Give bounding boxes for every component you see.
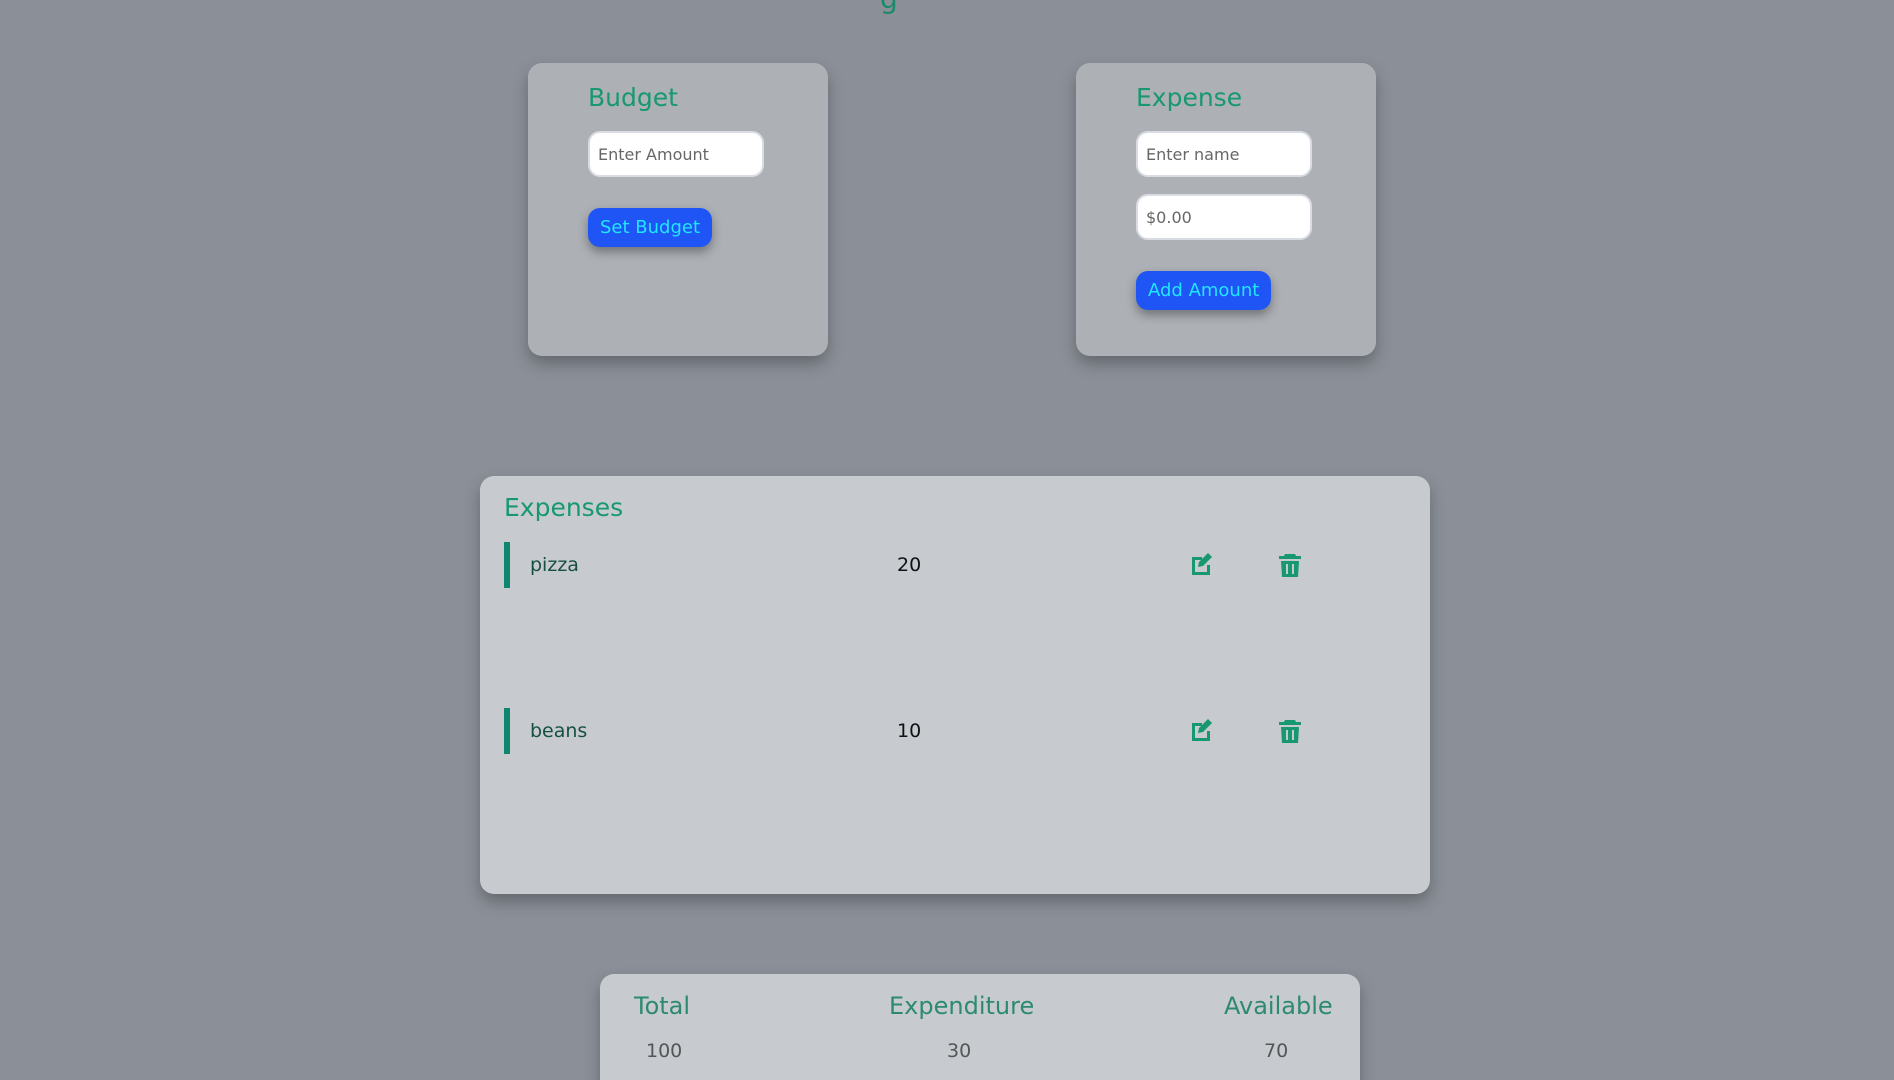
expenditure-value: 30 — [947, 1040, 972, 1062]
expense-row-beans: beans 10 — [504, 708, 1384, 754]
set-budget-button[interactable]: Set Budget — [588, 208, 713, 247]
budget-card: Budget Set Budget — [528, 63, 828, 356]
expense-row-pizza: pizza 20 — [504, 542, 1384, 588]
expense-row-accent — [504, 708, 510, 754]
edit-icon[interactable] — [1186, 551, 1214, 579]
expense-title: Expense — [1136, 83, 1243, 112]
budget-amount-input[interactable] — [588, 131, 764, 177]
expense-card: Expense Add Amount — [1076, 63, 1376, 356]
total-label: Total — [634, 992, 691, 1020]
total-value: 100 — [646, 1040, 683, 1062]
page-title-fragment: g — [880, 0, 898, 15]
trash-icon[interactable] — [1276, 717, 1304, 745]
expense-name-input[interactable] — [1136, 131, 1312, 177]
budget-title: Budget — [588, 83, 678, 112]
expenses-title: Expenses — [504, 493, 624, 522]
expenditure-label: Expenditure — [889, 992, 1035, 1020]
add-amount-button[interactable]: Add Amount — [1136, 271, 1272, 310]
expenses-list-panel: Expenses pizza 20 beans 10 — [480, 476, 1430, 894]
budget-summary-panel: Total 100 Expenditure 30 Available 70 — [600, 974, 1360, 1080]
expense-amount: 20 — [897, 554, 922, 576]
expense-name: beans — [530, 720, 588, 742]
trash-icon[interactable] — [1276, 551, 1304, 579]
expense-name: pizza — [530, 554, 579, 576]
expense-amount: 10 — [897, 720, 922, 742]
available-label: Available — [1224, 992, 1333, 1020]
expense-row-accent — [504, 542, 510, 588]
edit-icon[interactable] — [1186, 717, 1214, 745]
available-value: 70 — [1264, 1040, 1289, 1062]
expense-tracker-page: g Budget Set Budget Expense Add Amount E… — [0, 0, 1894, 1080]
expense-amount-input[interactable] — [1136, 194, 1312, 240]
